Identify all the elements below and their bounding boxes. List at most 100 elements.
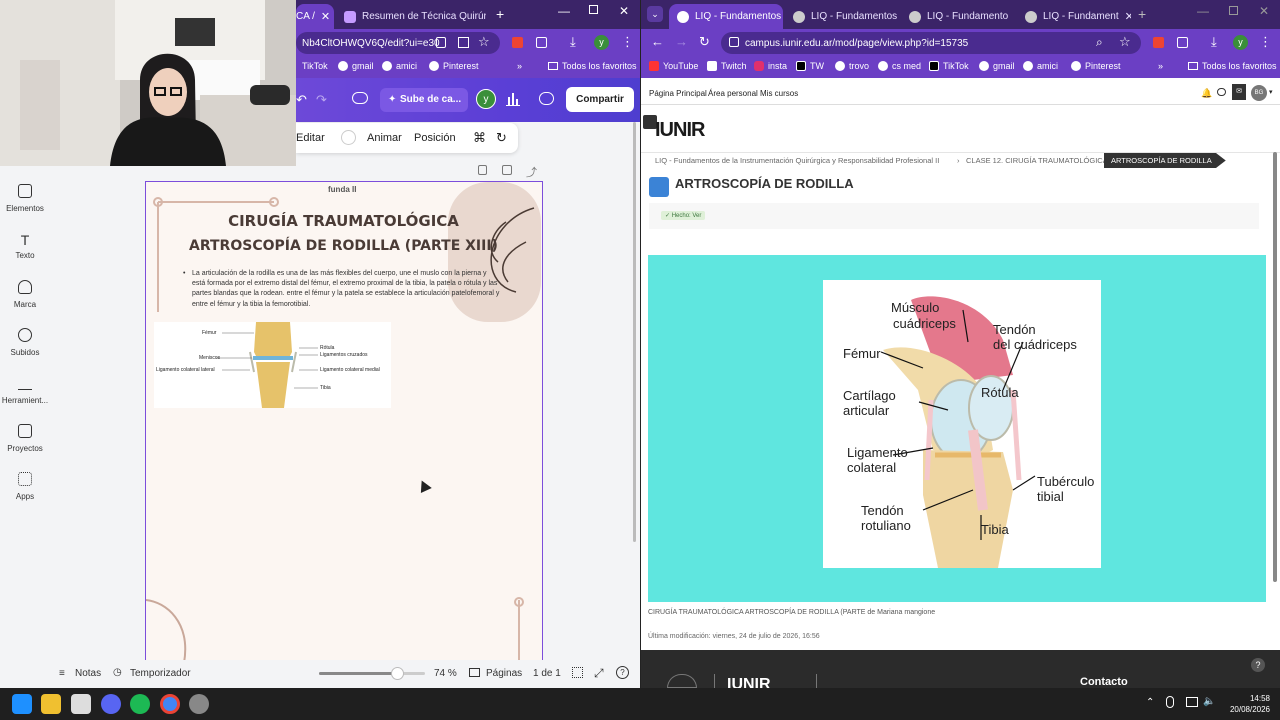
bookmark-tiktok[interactable]: TikTok: [929, 61, 969, 71]
user-avatar[interactable]: y: [476, 89, 496, 109]
nav-my-courses[interactable]: Mis cursos: [760, 89, 798, 98]
redo-icon[interactable]: ↷: [316, 92, 327, 108]
extension-icon[interactable]: [1153, 37, 1164, 48]
nav-home[interactable]: Página Principal: [649, 89, 707, 98]
sidebar-item-tools[interactable]: Herramient...: [0, 376, 50, 405]
tab-liq-3[interactable]: LIQ - Fundamento✕: [901, 4, 1015, 29]
share-button[interactable]: Compartir: [566, 87, 634, 112]
tab-liq-1[interactable]: LIQ - Fundamentos✕: [669, 4, 783, 29]
bookmark-twitch[interactable]: Twitch: [707, 61, 747, 71]
timer-button[interactable]: Temporizador: [130, 668, 191, 679]
profile-avatar[interactable]: y: [594, 35, 609, 50]
knee-diagram-image[interactable]: Fémur Meniscos Ligamento colateral later…: [154, 322, 391, 408]
canvas-scrollbar[interactable]: [631, 122, 637, 662]
sidebar-item-projects[interactable]: Proyectos: [0, 424, 50, 453]
store-icon[interactable]: [71, 694, 91, 714]
help-icon[interactable]: ?: [1251, 658, 1265, 672]
profile-avatar[interactable]: y: [1233, 35, 1248, 50]
mail-icon[interactable]: ✉: [1232, 84, 1246, 100]
tab-resumen[interactable]: Resumen de Técnica Quirúrgica ✕: [336, 4, 486, 29]
close-icon[interactable]: ✕: [315, 10, 330, 23]
address-input[interactable]: campus.iunir.edu.ar/mod/page/view.php?id…: [721, 32, 1141, 54]
sidebar-item-brand[interactable]: Marca: [0, 280, 50, 309]
bookmark-csmed[interactable]: cs med: [878, 61, 921, 71]
grid-view-icon[interactable]: [572, 667, 583, 678]
edit-button[interactable]: Editar: [296, 132, 325, 144]
chat-icon[interactable]: [1217, 88, 1226, 96]
sidebar-item-uploads[interactable]: Subidos: [0, 328, 50, 357]
close-icon[interactable]: ✕: [897, 10, 899, 23]
help-icon[interactable]: ?: [616, 666, 629, 679]
comment-icon[interactable]: [539, 92, 554, 105]
all-bookmarks-folder[interactable]: Todos los favoritos: [548, 61, 637, 71]
close-icon[interactable]: ✕: [781, 10, 783, 23]
tab-liq-4[interactable]: LIQ - Fundament✕: [1017, 4, 1131, 29]
bookmark-trovo[interactable]: trovo: [835, 61, 869, 71]
undo-icon[interactable]: ↶: [296, 92, 307, 108]
bookmark-pinterest[interactable]: Pinterest: [1071, 61, 1121, 71]
star-icon[interactable]: ☆: [478, 34, 490, 50]
bookmark-pinterest[interactable]: Pinterest: [429, 61, 479, 71]
caption-title[interactable]: CIRUGÍA TRAUMATOLÓGICA ARTROSCOPÍA DE RO…: [648, 609, 865, 616]
bell-icon[interactable]: 🔔: [1201, 88, 1212, 99]
zoom-slider[interactable]: [319, 667, 425, 680]
knee-anatomy-image[interactable]: Músculo cuádriceps Tendón del cuádriceps…: [823, 280, 1101, 568]
upload-cta-button[interactable]: ✦ Sube de ca...: [380, 88, 468, 112]
site-info-icon[interactable]: [729, 37, 739, 47]
close-window-button[interactable]: ✕: [1259, 4, 1269, 18]
file-explorer-icon[interactable]: [41, 694, 61, 714]
chevron-down-icon[interactable]: ▾: [1269, 88, 1273, 96]
tab-liq-2[interactable]: LIQ - Fundamentos✕: [785, 4, 899, 29]
tray-overflow-icon[interactable]: ⌃: [1146, 697, 1154, 708]
back-arrow-icon[interactable]: ←: [651, 34, 664, 49]
address-input[interactable]: Nb4CltOHWQV6Q/edit?ui=e30 ☆: [296, 32, 500, 54]
network-icon[interactable]: [1186, 697, 1198, 707]
download-icon[interactable]: ⤓: [570, 34, 576, 50]
add-page-icon[interactable]: ⤴: [526, 164, 537, 180]
color-swatch[interactable]: [341, 130, 356, 145]
pages-button[interactable]: Páginas: [486, 668, 522, 679]
new-tab-button[interactable]: +: [1138, 6, 1146, 22]
sidebar-item-elements[interactable]: Elementos: [0, 184, 50, 213]
position-button[interactable]: Posición: [414, 132, 456, 144]
refresh-icon[interactable]: ↻: [496, 130, 507, 146]
extension-icon[interactable]: [512, 37, 523, 48]
close-icon[interactable]: ✕: [1008, 10, 1015, 23]
extensions-puzzle-icon[interactable]: [536, 37, 547, 48]
copy-icon[interactable]: [436, 37, 446, 48]
menu-kebab-icon[interactable]: ⋮: [1259, 34, 1272, 50]
microphone-icon[interactable]: [1166, 696, 1174, 708]
forward-arrow-icon[interactable]: →: [675, 34, 688, 49]
bookmark-insta[interactable]: insta: [754, 61, 787, 71]
nav-dashboard[interactable]: Área personal: [708, 89, 758, 98]
minimize-button[interactable]: —: [558, 4, 570, 18]
lock-icon[interactable]: [478, 165, 487, 175]
maximize-button[interactable]: [1229, 6, 1238, 15]
all-bookmarks-folder[interactable]: Todos los favoritos: [1188, 61, 1277, 71]
star-icon[interactable]: ☆: [1119, 34, 1131, 50]
cloud-save-icon[interactable]: [352, 92, 368, 104]
translate-icon[interactable]: [458, 37, 469, 48]
paint-format-icon[interactable]: ⌘: [473, 130, 486, 146]
bookmark-amici[interactable]: amici: [1023, 61, 1058, 71]
breadcrumb-class[interactable]: CLASE 12. CIRUGÍA TRAUMATOLÓGICA: [966, 156, 1108, 165]
insights-chart-icon[interactable]: [506, 92, 520, 106]
zoom-lens-icon[interactable]: ⌕: [1096, 35, 1103, 50]
zoom-slider-handle[interactable]: [391, 667, 405, 680]
discord-icon[interactable]: [101, 694, 121, 714]
design-page[interactable]: funda II CIRUGÍA TRAUMATOLÓGICA ARTROSCO…: [145, 181, 543, 665]
close-icon[interactable]: ✕: [1119, 10, 1131, 23]
bookmark-gmail[interactable]: gmail: [979, 61, 1015, 71]
download-icon[interactable]: ⤓: [1211, 34, 1217, 50]
app-icon[interactable]: [189, 694, 209, 714]
close-window-button[interactable]: ✕: [619, 4, 629, 18]
bookmark-gmail[interactable]: gmail: [338, 61, 374, 71]
duplicate-icon[interactable]: [502, 165, 512, 175]
menu-kebab-icon[interactable]: ⋮: [621, 34, 634, 50]
bookmark-youtube[interactable]: YouTube: [649, 61, 698, 71]
page-scrollbar[interactable]: [1273, 152, 1279, 588]
sidebar-item-apps[interactable]: Apps: [0, 472, 50, 501]
spotify-icon[interactable]: [130, 694, 150, 714]
bookmark-amici[interactable]: amici: [382, 61, 417, 71]
breadcrumb-course[interactable]: LIQ - Fundamentos de la Instrumentación …: [655, 156, 939, 165]
